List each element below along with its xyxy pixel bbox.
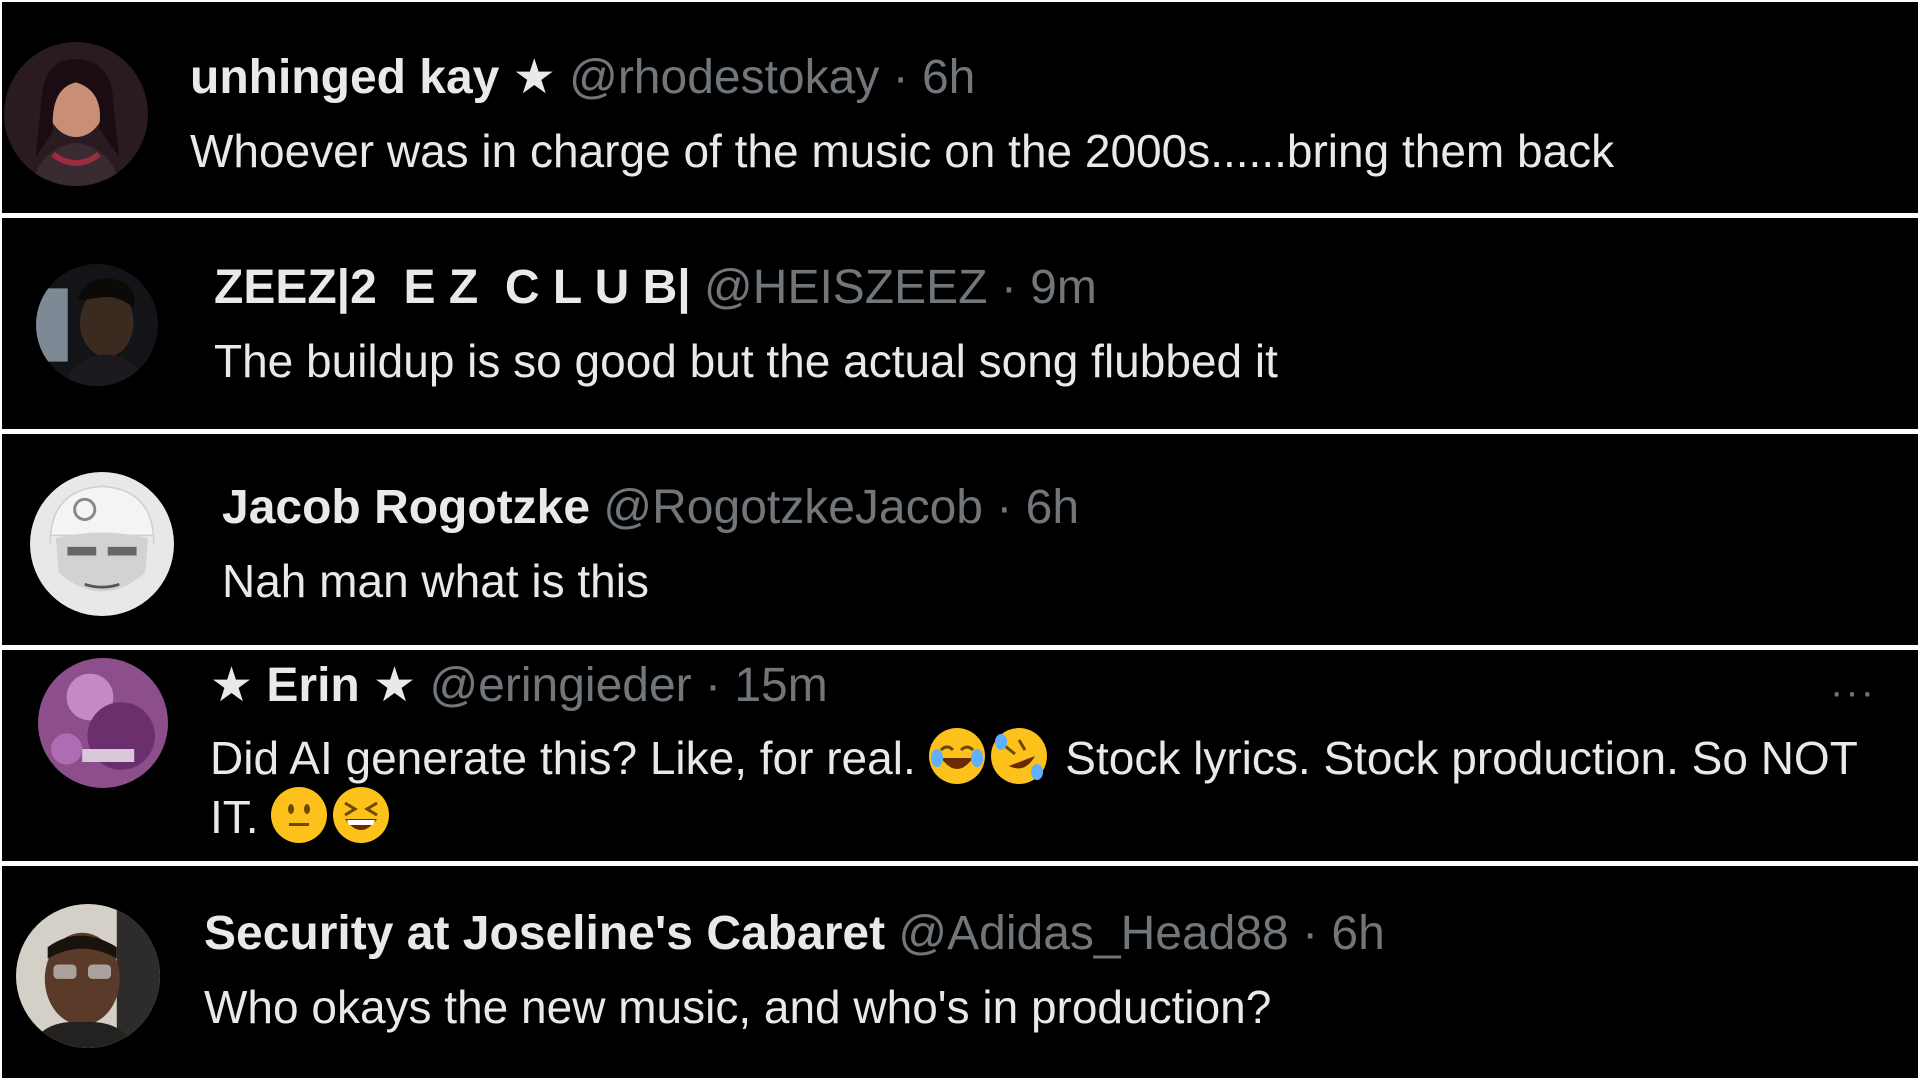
avatar-image [4, 42, 148, 186]
timestamp[interactable]: 9m [1030, 261, 1097, 314]
tweet-text: Whoever was in charge of the music on th… [190, 125, 1615, 177]
avatar[interactable] [30, 472, 174, 616]
tweet-text-part: Did AI generate this? Like, for real. [210, 732, 916, 784]
tweet-text: Did AI generate this? Like, for real. St… [210, 728, 1898, 846]
tweet-header: Security at Joseline's Cabaret @Adidas_H… [204, 906, 1898, 962]
face-with-tears-of-joy-icon [928, 728, 985, 784]
tweet-text: Nah man what is this [222, 555, 649, 607]
grinning-squinting-face-icon [333, 787, 390, 843]
avatar[interactable] [36, 264, 158, 386]
timestamp[interactable]: 6h [1331, 907, 1384, 960]
tweet-text: The buildup is so good but the actual so… [214, 335, 1278, 387]
avatar[interactable] [38, 658, 168, 788]
display-name[interactable]: Security at Joseline's Cabaret [204, 907, 885, 960]
display-name[interactable]: ZEEZ|2 E Z C L U B| [214, 261, 691, 314]
neutral-face-icon [271, 787, 328, 843]
separator: · [892, 51, 909, 104]
tweet-header: ZEEZ|2 E Z C L U B| @HEISZEEZ · 9m [214, 260, 1898, 316]
tweet-header: unhinged kay ★ @rhodestokay · 6h [190, 50, 1898, 106]
timestamp[interactable]: 6h [1026, 481, 1079, 534]
display-name[interactable]: ★ Erin ★ [210, 659, 416, 712]
tweet-header: Jacob Rogotzke @RogotzkeJacob · 6h [222, 480, 1898, 536]
display-name[interactable]: unhinged kay ★ [190, 51, 556, 104]
avatar[interactable] [4, 42, 148, 186]
tweet-card[interactable]: ··· ★ Erin ★ @eringieder · 15m Did AI ge… [2, 650, 1918, 861]
avatar-image [30, 472, 174, 616]
handle[interactable]: @eringieder [429, 659, 691, 712]
timestamp[interactable]: 6h [922, 51, 975, 104]
handle[interactable]: @Adidas_Head88 [898, 907, 1288, 960]
tweet-card[interactable]: ZEEZ|2 E Z C L U B| @HEISZEEZ · 9m The b… [2, 218, 1918, 429]
tweet-card[interactable]: unhinged kay ★ @rhodestokay · 6h Whoever… [2, 2, 1918, 213]
avatar[interactable] [16, 904, 160, 1048]
separator: · [996, 481, 1013, 534]
timestamp[interactable]: 15m [734, 659, 827, 712]
tweet-card[interactable]: Jacob Rogotzke @RogotzkeJacob · 6h Nah m… [2, 434, 1918, 645]
tweet-card[interactable]: Security at Joseline's Cabaret @Adidas_H… [2, 866, 1918, 1078]
handle[interactable]: @RogotzkeJacob [603, 481, 983, 534]
avatar-image [36, 264, 158, 386]
avatar-image [38, 658, 168, 788]
tweet-text: Who okays the new music, and who's in pr… [204, 981, 1272, 1033]
rolling-on-floor-laughing-icon [990, 728, 1047, 784]
handle[interactable]: @HEISZEEZ [704, 261, 987, 314]
separator: · [1302, 907, 1319, 960]
avatar-image [16, 904, 160, 1048]
handle[interactable]: @rhodestokay [569, 51, 879, 104]
display-name[interactable]: Jacob Rogotzke [222, 481, 590, 534]
tweet-header: ★ Erin ★ @eringieder · 15m [210, 658, 1898, 714]
separator: · [1000, 261, 1017, 314]
separator: · [704, 659, 721, 712]
